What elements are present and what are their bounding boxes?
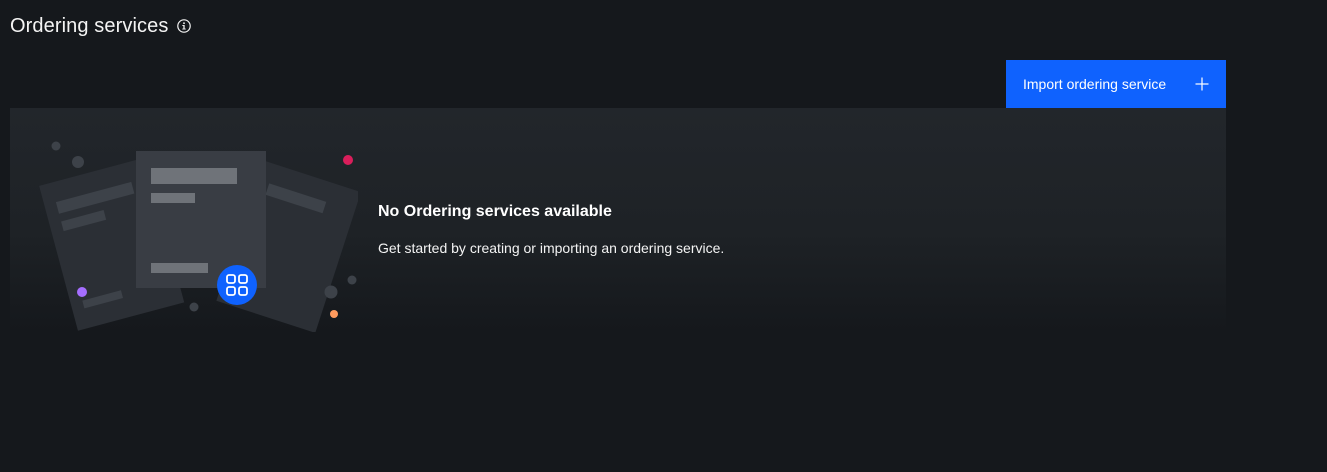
ordering-services-page: Ordering services Import ordering servic… [0, 0, 1327, 472]
empty-state-illustration [39, 141, 358, 332]
info-icon[interactable] [177, 19, 192, 33]
import-ordering-service-button[interactable]: Import ordering service [1006, 60, 1226, 108]
empty-state-panel: No Ordering services available Get start… [10, 108, 1226, 332]
empty-state-title: No Ordering services available [378, 203, 612, 220]
plus-icon [1194, 76, 1210, 92]
grid-app-icon [217, 265, 257, 305]
page-header: Ordering services [10, 13, 192, 39]
empty-state-description: Get started by creating or importing an … [378, 240, 725, 256]
page-title: Ordering services [10, 14, 169, 37]
import-button-label: Import ordering service [1023, 76, 1167, 92]
